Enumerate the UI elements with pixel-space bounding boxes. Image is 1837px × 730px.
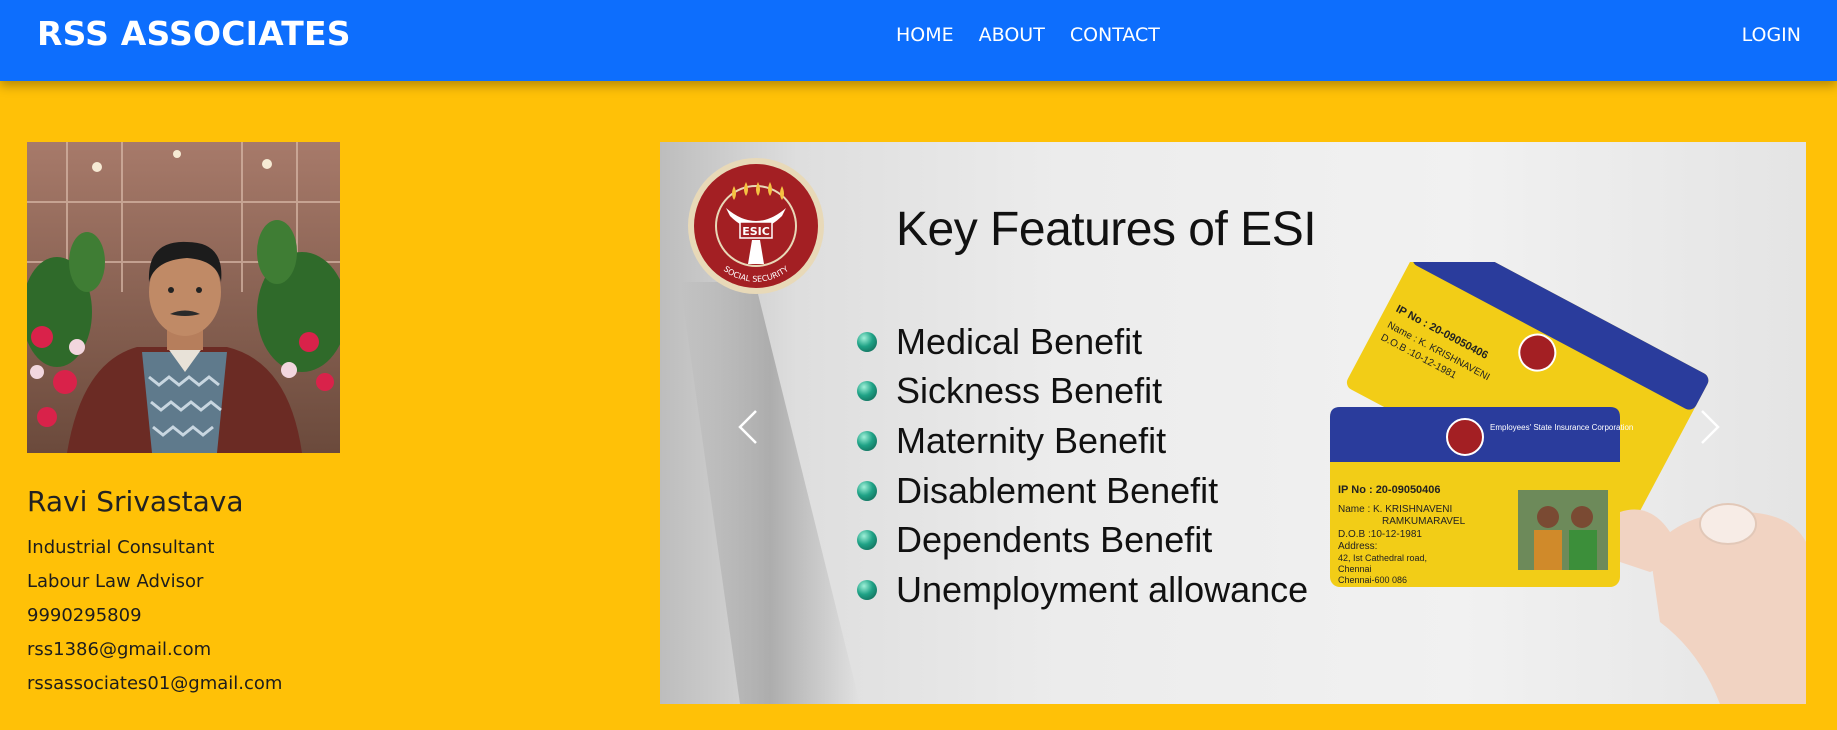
esic-logo-text: ESIC xyxy=(742,225,770,238)
chevron-left-icon xyxy=(738,410,757,444)
feature-item: Disablement Benefit xyxy=(857,466,1308,516)
profile-role: Labour Law Advisor xyxy=(27,571,204,592)
feature-item: Maternity Benefit xyxy=(857,416,1308,466)
bullet-icon xyxy=(857,480,877,501)
profile-photo xyxy=(27,142,340,453)
feature-item: Dependents Benefit xyxy=(857,515,1308,565)
login-link[interactable]: LOGIN xyxy=(1742,22,1801,48)
profile-phone: 9990295809 xyxy=(27,605,142,626)
feature-item: Sickness Benefit xyxy=(857,367,1308,417)
chevron-right-icon xyxy=(1701,410,1720,444)
card-ip: IP No : 20-09050406 xyxy=(1338,484,1441,496)
profile-title: Industrial Consultant xyxy=(27,537,215,558)
card-dob: D.O.B :10-12-1981 xyxy=(1338,529,1422,540)
card-address-label: Address: xyxy=(1338,541,1377,552)
nav-home-link[interactable]: HOME xyxy=(896,22,954,48)
feature-label: Disablement Benefit xyxy=(896,469,1219,511)
feature-label: Dependents Benefit xyxy=(896,519,1213,561)
bullet-icon xyxy=(857,530,877,551)
bullet-icon xyxy=(857,430,877,451)
hero-section: Ravi Srivastava Industrial Consultant La… xyxy=(0,81,1837,730)
navbar: RSS ASSOCIATES HOME ABOUT CONTACT LOGIN xyxy=(0,0,1837,81)
profile-email-2: rssassociates01@gmail.com xyxy=(27,673,283,694)
card-name-2: RAMKUMARAVEL xyxy=(1382,516,1466,527)
slide-title: Key Features of ESI xyxy=(896,203,1317,256)
carousel-next-button[interactable] xyxy=(1690,402,1730,452)
feature-label: Unemployment allowance xyxy=(896,568,1309,610)
brand-link[interactable]: RSS ASSOCIATES xyxy=(37,14,351,53)
card-name: Name : K. KRISHNAVENI xyxy=(1338,504,1452,515)
bullet-icon xyxy=(857,381,877,402)
card-org: Employees' State Insurance Corporation xyxy=(1490,423,1633,432)
carousel-prev-button[interactable] xyxy=(728,402,768,452)
bullet-icon xyxy=(857,579,877,600)
nav-contact-link[interactable]: CONTACT xyxy=(1070,22,1160,48)
feature-label: Medical Benefit xyxy=(896,320,1143,362)
nav-about-link[interactable]: ABOUT xyxy=(979,22,1045,48)
feature-item: Medical Benefit xyxy=(857,317,1308,367)
feature-item: Unemployment allowance xyxy=(857,565,1308,615)
profile-details: Industrial Consultant Labour Law Advisor… xyxy=(27,531,282,701)
card-address-3: Chennai-600 086 xyxy=(1338,575,1407,585)
feature-list: Medical Benefit Sickness Benefit Materni… xyxy=(857,317,1308,615)
feature-label: Maternity Benefit xyxy=(896,419,1167,461)
esi-cards-image: IP No : 20-09050406 Name : K. KRISHNAVEN… xyxy=(1320,229,1806,704)
feature-label: Sickness Benefit xyxy=(896,370,1163,412)
esic-logo: ESIC SOCIAL SECURITY xyxy=(686,156,826,296)
card-address-1: 42, Ist Cathedral road, xyxy=(1338,553,1427,563)
nav-links: HOME ABOUT CONTACT xyxy=(896,22,1160,48)
profile-email-1: rss1386@gmail.com xyxy=(27,639,212,660)
carousel: ESIC SOCIAL SECURITY Key Features of ESI… xyxy=(660,142,1806,704)
profile-name: Ravi Srivastava xyxy=(27,485,244,518)
bullet-icon xyxy=(857,331,877,352)
card-address-2: Chennai xyxy=(1338,564,1372,574)
